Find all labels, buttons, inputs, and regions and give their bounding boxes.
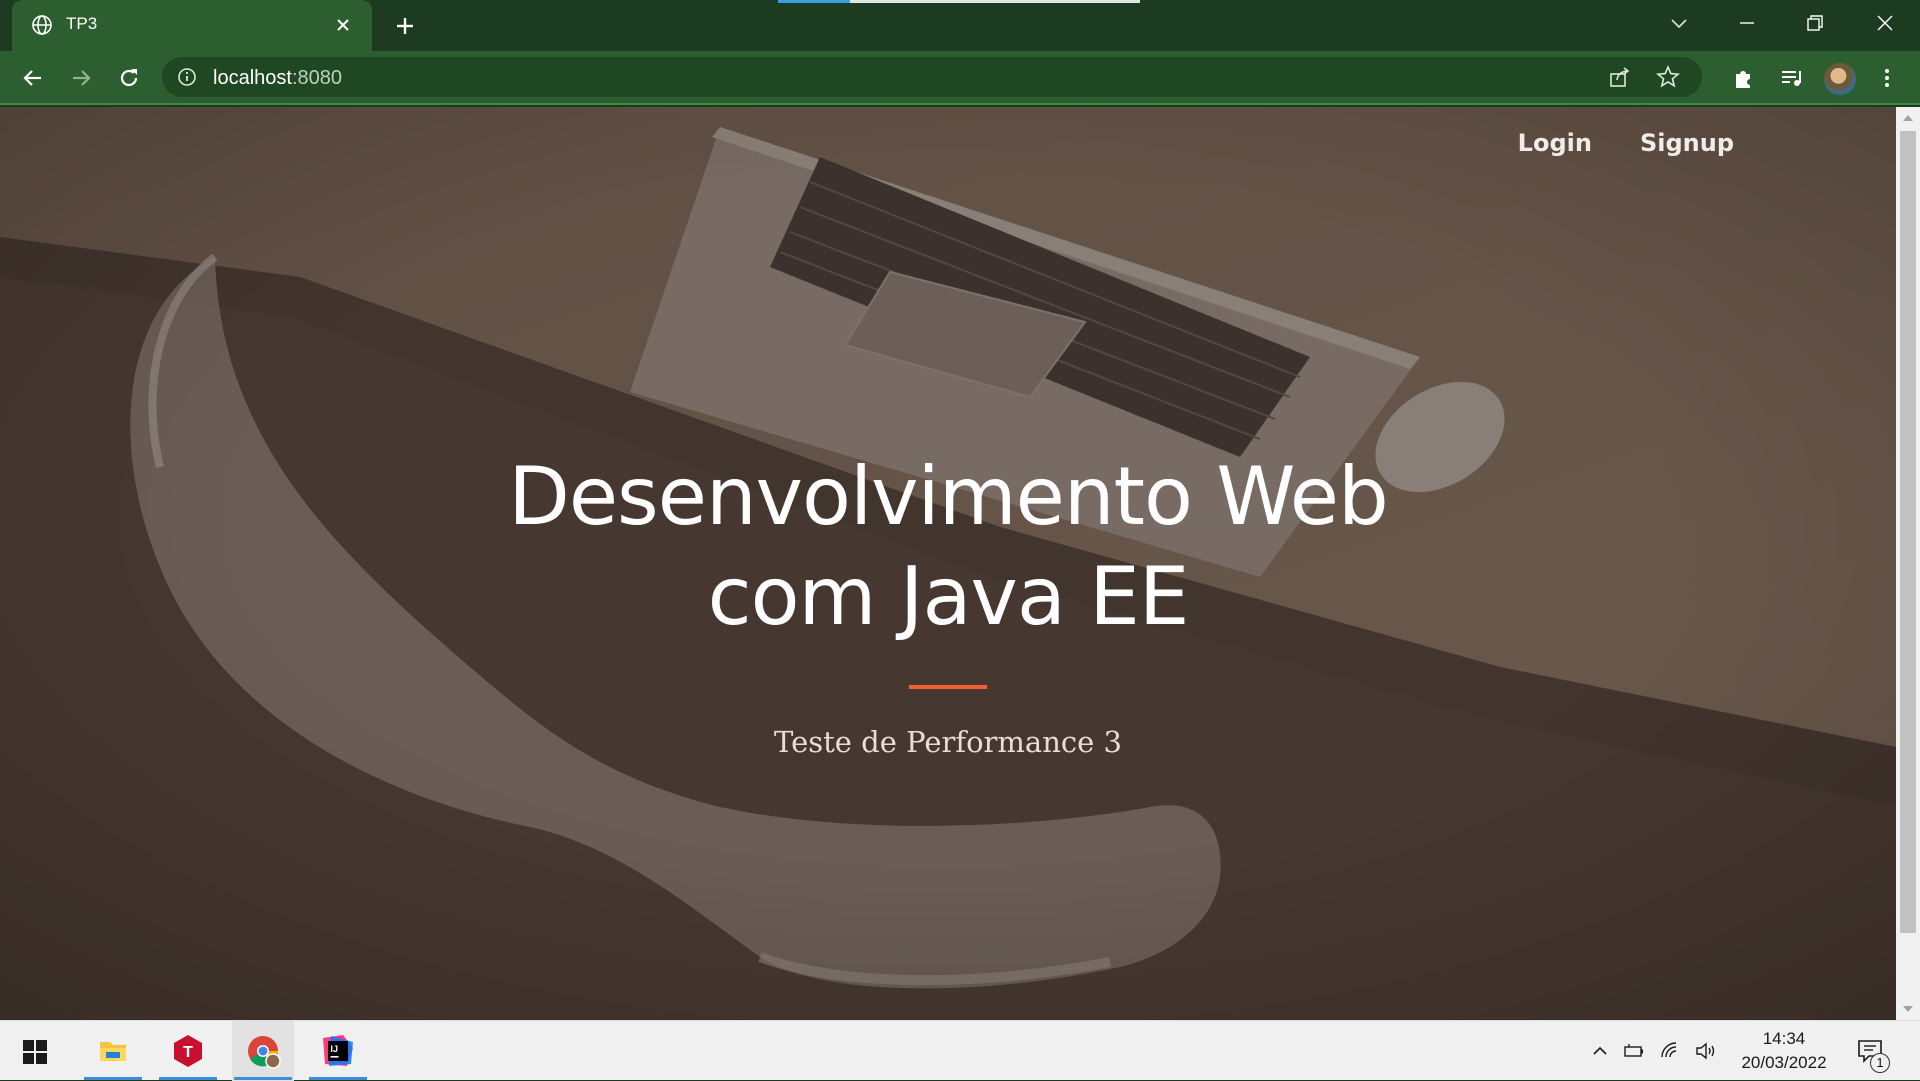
- info-icon[interactable]: [176, 66, 198, 88]
- svg-text:T: T: [183, 1044, 193, 1061]
- url-text[interactable]: localhost:8080: [213, 67, 342, 90]
- wifi-icon[interactable]: [1658, 1039, 1682, 1063]
- volume-icon[interactable]: [1694, 1039, 1718, 1063]
- close-icon[interactable]: [330, 12, 356, 38]
- menu-icon[interactable]: [1872, 63, 1902, 93]
- taskbar-chrome[interactable]: [232, 1021, 294, 1081]
- extensions-icon[interactable]: [1728, 63, 1758, 93]
- browser-tab-strip: TP3: [0, 0, 1920, 51]
- clock-date: 20/03/2022: [1741, 1053, 1827, 1072]
- taskbar-file-explorer[interactable]: [82, 1021, 144, 1081]
- scroll-down-arrow-icon[interactable]: [1903, 1006, 1913, 1012]
- hero-subtitle: Teste de Performance 3: [774, 725, 1122, 759]
- login-link[interactable]: Login: [1518, 129, 1592, 157]
- top-nav: Login Signup: [1518, 129, 1734, 157]
- globe-icon: [32, 15, 52, 35]
- folder-icon: [100, 1042, 126, 1061]
- forward-icon[interactable]: [66, 63, 96, 93]
- page-scrollbar[interactable]: [1896, 107, 1920, 1020]
- url-host: localhost: [213, 67, 292, 89]
- minimize-icon[interactable]: [1732, 8, 1762, 38]
- clock-time: 14:34: [1762, 1029, 1806, 1048]
- back-icon[interactable]: [18, 63, 48, 93]
- t-app-icon: T: [174, 1035, 202, 1067]
- progress-fill: [778, 0, 850, 3]
- hero-title-line-1: Desenvolvimento Web: [508, 450, 1389, 543]
- signup-link[interactable]: Signup: [1640, 129, 1734, 157]
- reading-list-icon[interactable]: [1776, 63, 1806, 93]
- windows-start-icon[interactable]: [22, 1039, 48, 1065]
- chrome-icon: [248, 1036, 281, 1069]
- hero-section: Desenvolvimento Web com Java EE Teste de…: [0, 447, 1896, 759]
- page-load-progress: [778, 0, 1140, 3]
- share-icon[interactable]: [1606, 63, 1634, 91]
- browser-toolbar: localhost:8080: [0, 51, 1920, 105]
- star-icon[interactable]: [1654, 63, 1682, 91]
- windows-taskbar: T IJ 14:34 20/03/2022 1: [0, 1020, 1920, 1081]
- web-page: Login Signup Desenvolvimento Web com Jav…: [0, 107, 1896, 1020]
- hero-title: Desenvolvimento Web com Java EE: [0, 447, 1896, 647]
- taskbar-intellij-idea[interactable]: IJ: [307, 1021, 369, 1081]
- hero-divider: [909, 685, 987, 689]
- restore-icon[interactable]: [1800, 8, 1830, 38]
- chevron-down-icon[interactable]: [1664, 8, 1694, 38]
- hero-title-line-2: com Java EE: [707, 550, 1190, 643]
- url-port: :8080: [291, 67, 342, 89]
- intellij-icon: IJ: [323, 1035, 353, 1066]
- svg-text:IJ: IJ: [331, 1044, 339, 1054]
- scroll-up-arrow-icon[interactable]: [1903, 115, 1913, 121]
- close-icon[interactable]: [1870, 8, 1900, 38]
- chevron-up-icon[interactable]: [1588, 1039, 1612, 1063]
- profile-avatar[interactable]: [1824, 63, 1856, 95]
- browser-tab[interactable]: TP3: [12, 0, 372, 51]
- system-clock[interactable]: 14:34 20/03/2022: [1732, 1027, 1836, 1075]
- notification-badge: 1: [1870, 1053, 1890, 1073]
- tab-title: TP3: [66, 14, 98, 33]
- taskbar-t-app[interactable]: T: [157, 1021, 219, 1081]
- battery-icon[interactable]: [1622, 1039, 1646, 1063]
- scrollbar-thumb[interactable]: [1900, 131, 1916, 933]
- plus-icon[interactable]: [390, 11, 420, 41]
- address-bar[interactable]: localhost:8080: [162, 57, 1702, 97]
- reload-icon[interactable]: [114, 63, 144, 93]
